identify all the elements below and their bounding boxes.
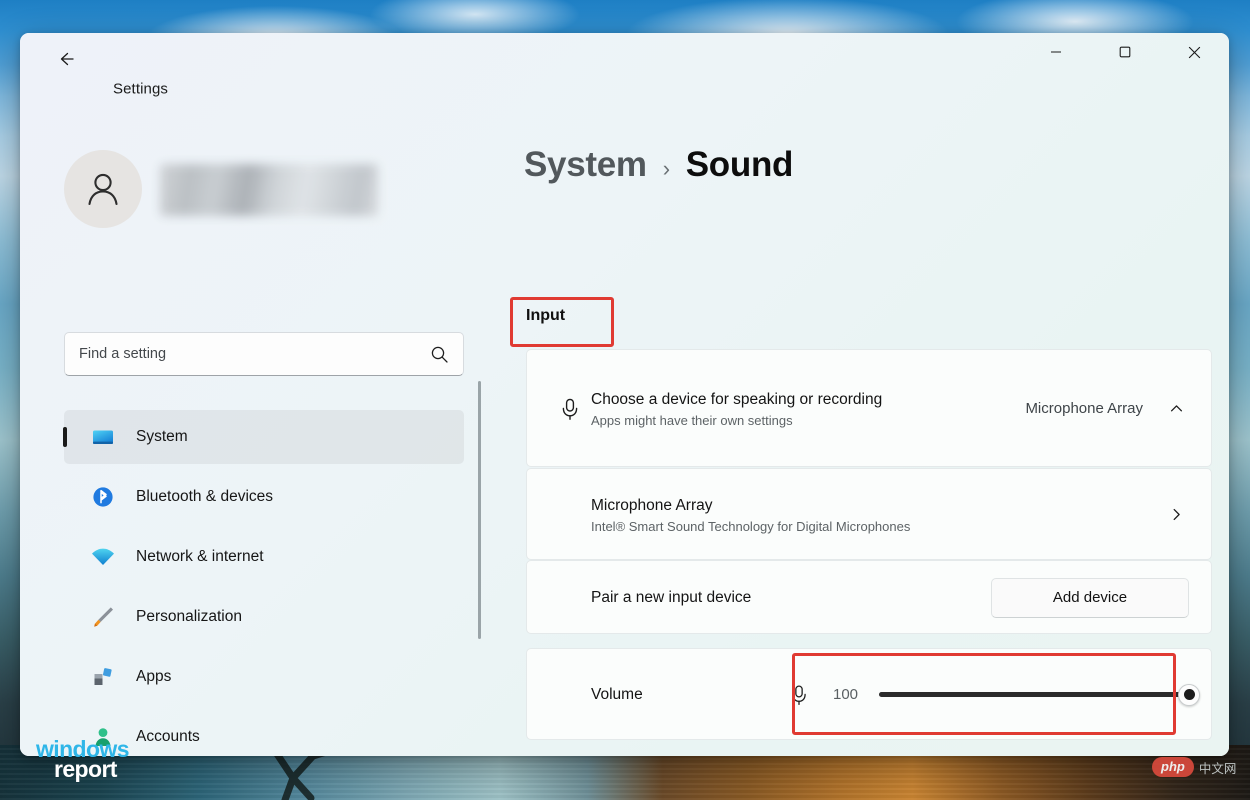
- microphone-icon: [549, 396, 591, 422]
- search-input[interactable]: [79, 346, 430, 362]
- search-box[interactable]: [64, 332, 464, 376]
- pair-device-label: Pair a new input device: [591, 587, 751, 608]
- sidebar-item-system[interactable]: System: [64, 410, 464, 464]
- input-section-heading: Input: [526, 307, 565, 325]
- breadcrumb-separator-icon: ›: [663, 156, 670, 182]
- person-icon: [81, 167, 125, 211]
- choose-device-text: Choose a device for speaking or recordin…: [591, 389, 1025, 428]
- add-device-button[interactable]: Add device: [991, 578, 1189, 618]
- slider-fill: [879, 692, 1189, 697]
- avatar: [64, 150, 142, 228]
- microphone-array-row[interactable]: Microphone Array Intel® Smart Sound Tech…: [527, 469, 1211, 560]
- microphone-icon: [787, 683, 811, 707]
- sidebar: System Bluetooth & devices: [20, 85, 488, 756]
- volume-slider[interactable]: [879, 684, 1189, 706]
- choose-device-value: Microphone Array: [1025, 400, 1143, 417]
- sidebar-item-apps[interactable]: Apps: [64, 650, 464, 704]
- sidebar-item-accounts[interactable]: Accounts: [64, 710, 464, 756]
- close-icon: [1188, 46, 1201, 59]
- pair-device-card: Pair a new input device Add device: [526, 560, 1212, 634]
- sidebar-item-label: Bluetooth & devices: [136, 488, 273, 506]
- slider-thumb[interactable]: [1178, 684, 1200, 706]
- microphone-array-card: Microphone Array Intel® Smart Sound Tech…: [526, 468, 1212, 560]
- chevron-right-icon[interactable]: [1163, 506, 1189, 523]
- back-arrow-icon: [56, 49, 76, 69]
- breadcrumb-parent[interactable]: System: [524, 145, 647, 185]
- sidebar-item-bluetooth-devices[interactable]: Bluetooth & devices: [64, 470, 464, 524]
- choose-device-subtitle: Apps might have their own settings: [591, 413, 1025, 428]
- system-monitor-icon: [86, 424, 120, 450]
- close-button[interactable]: [1171, 33, 1217, 71]
- paintbrush-icon: [86, 604, 120, 630]
- chevron-up-icon[interactable]: [1163, 400, 1189, 417]
- volume-value: 100: [833, 686, 863, 703]
- sidebar-item-label: Apps: [136, 668, 171, 686]
- minimize-button[interactable]: [1033, 33, 1079, 71]
- accounts-person-icon: [86, 725, 120, 749]
- microphone-array-title: Microphone Array: [591, 495, 1163, 516]
- sidebar-nav-list: System Bluetooth & devices: [64, 410, 488, 756]
- volume-card: Volume 100: [526, 648, 1212, 740]
- microphone-array-subtitle: Intel® Smart Sound Technology for Digita…: [591, 519, 1163, 534]
- bluetooth-icon: [86, 485, 120, 509]
- choose-device-card: Choose a device for speaking or recordin…: [526, 349, 1212, 467]
- microphone-array-text: Microphone Array Intel® Smart Sound Tech…: [591, 495, 1163, 534]
- sidebar-item-label: Network & internet: [136, 548, 264, 566]
- choose-device-title: Choose a device for speaking or recordin…: [591, 389, 901, 410]
- title-bar: Settings: [20, 33, 1229, 85]
- account-name-redacted: [160, 164, 378, 216]
- volume-row: Volume 100: [527, 649, 1211, 740]
- choose-device-row[interactable]: Choose a device for speaking or recordin…: [527, 350, 1211, 467]
- minimize-icon: [1050, 46, 1062, 58]
- sidebar-scrollbar[interactable]: [478, 381, 481, 639]
- breadcrumb: System › Sound: [524, 145, 793, 185]
- sidebar-item-network-internet[interactable]: Network & internet: [64, 530, 464, 584]
- settings-window: Settings: [20, 33, 1229, 756]
- apps-icon: [86, 665, 120, 689]
- search-container: [64, 332, 464, 376]
- sidebar-item-label: System: [136, 428, 188, 446]
- sidebar-item-label: Personalization: [136, 608, 242, 626]
- maximize-button[interactable]: [1102, 33, 1148, 71]
- content-pane: System › Sound Input Choose a device for…: [488, 85, 1229, 756]
- maximize-icon: [1119, 46, 1131, 58]
- back-button[interactable]: [48, 43, 84, 75]
- account-profile[interactable]: [64, 150, 378, 228]
- volume-slider-area: 100: [833, 684, 1189, 706]
- page-title: Sound: [686, 145, 793, 185]
- wifi-icon: [86, 544, 120, 570]
- sidebar-item-label: Accounts: [136, 728, 200, 746]
- pair-device-row: Pair a new input device Add device: [527, 561, 1211, 634]
- search-icon: [430, 345, 449, 364]
- sidebar-item-personalization[interactable]: Personalization: [64, 590, 464, 644]
- volume-label: Volume: [591, 686, 643, 704]
